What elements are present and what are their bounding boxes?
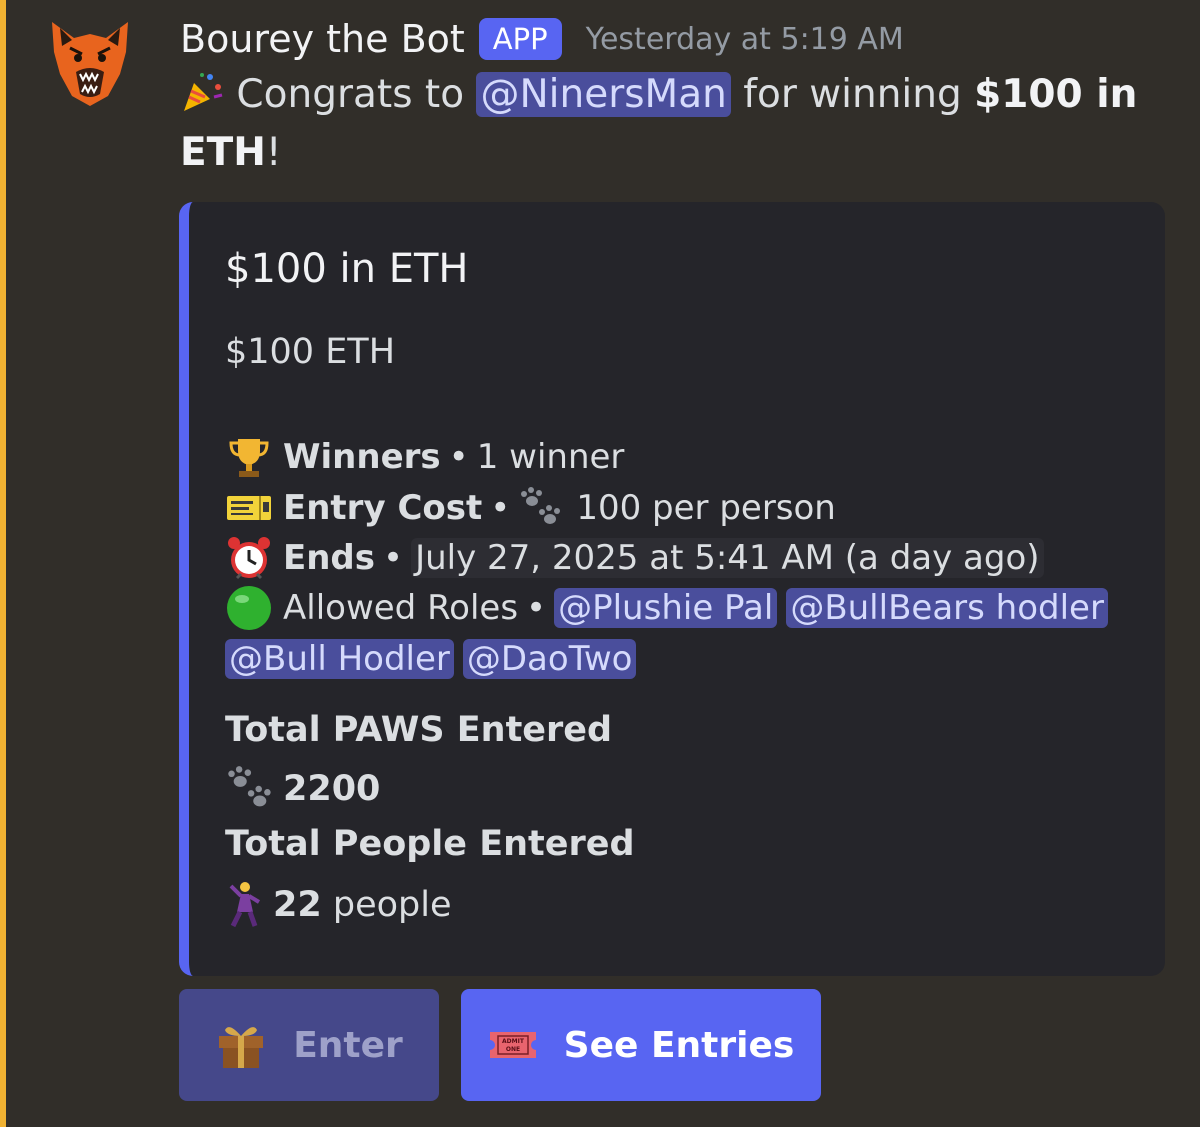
- green-circle-icon: [227, 586, 271, 630]
- entry-cost-label: Entry Cost: [283, 488, 483, 528]
- see-entries-button-label: See Entries: [563, 1024, 795, 1066]
- allowed-roles-row-continued: @Bull Hodler @DaoTwo: [225, 634, 645, 684]
- allowed-roles-row: Allowed Roles • @Plushie Pal @BullBears …: [225, 583, 1117, 633]
- gift-icon: [219, 1027, 264, 1068]
- role-mention[interactable]: @Bull Hodler: [225, 639, 454, 679]
- entry-cost-row: Entry Cost • 100 per person: [225, 483, 836, 533]
- dancing-person-icon: [229, 882, 261, 928]
- admit-one-ticket-icon: ADMIT ONE: [489, 1032, 536, 1058]
- author-name[interactable]: Bourey the Bot: [180, 17, 465, 61]
- message-header: Bourey the Bot APP Yesterday at 5:19 AM: [180, 12, 904, 66]
- entry-cost-value: 100 per person: [576, 488, 836, 528]
- paws-field-name: Total PAWS Entered: [225, 710, 613, 750]
- role-mention[interactable]: @Plushie Pal: [554, 588, 778, 628]
- winners-label: Winners: [283, 437, 441, 477]
- ends-timestamp[interactable]: July 27, 2025 at 5:41 AM (a day ago): [411, 538, 1044, 578]
- app-badge: APP: [478, 18, 562, 60]
- trophy-icon: [229, 439, 269, 477]
- svg-text:ONE: ONE: [506, 1046, 520, 1053]
- enter-button-label: Enter: [293, 1024, 403, 1066]
- separator-dot: •: [383, 538, 404, 578]
- separator-dot: •: [448, 437, 469, 477]
- ends-label: Ends: [283, 538, 376, 578]
- ends-value: July 27, 2025 at 5:41 AM: [415, 538, 834, 578]
- people-field-value: 22 people: [225, 880, 452, 930]
- alarm-clock-icon: [228, 537, 270, 580]
- paws-value: 2200: [283, 769, 381, 809]
- ends-row: Ends • July 27, 2025 at 5:41 AM (a day a…: [225, 533, 1044, 583]
- embed-description: $100 ETH: [225, 332, 396, 372]
- separator-dot: •: [490, 488, 511, 528]
- svg-text:ADMIT: ADMIT: [502, 1038, 525, 1045]
- embed-title: $100 in ETH: [225, 246, 469, 292]
- separator-dot: •: [526, 588, 547, 628]
- bear-head-icon[interactable]: [42, 14, 138, 110]
- enter-button[interactable]: Enter: [179, 989, 439, 1101]
- paw-prints-icon: [228, 766, 271, 807]
- winners-value: 1 winner: [476, 437, 625, 477]
- message-text-pre: Congrats to: [236, 72, 465, 117]
- role-mention[interactable]: @DaoTwo: [462, 639, 637, 679]
- paws-field-value: 2200: [225, 766, 380, 812]
- allowed-roles-label: Allowed Roles: [283, 588, 519, 628]
- role-mention[interactable]: @BullBears hodler: [786, 588, 1108, 628]
- mention-highlight-bar: [0, 0, 6, 1127]
- ticket-icon: [227, 496, 271, 520]
- message-text-end: !: [265, 130, 282, 175]
- see-entries-button[interactable]: ADMIT ONE See Entries: [461, 989, 821, 1101]
- winners-row: Winners • 1 winner: [225, 432, 624, 482]
- ends-relative: (a day ago): [844, 538, 1040, 578]
- people-count: 22: [273, 885, 322, 925]
- message-timestamp: Yesterday at 5:19 AM: [585, 21, 904, 57]
- message-content: Congrats to @NinersMan for winning $100 …: [180, 66, 1140, 182]
- people-field-name: Total People Entered: [225, 824, 635, 864]
- party-popper-icon: [184, 73, 223, 111]
- paw-prints-icon: [521, 487, 561, 524]
- people-unit: people: [332, 885, 452, 925]
- winner-mention[interactable]: @NinersMan: [476, 72, 731, 117]
- message-text-mid: for winning: [743, 72, 962, 117]
- giveaway-embed: $100 in ETH $100 ETH Winners • 1 winner …: [179, 202, 1165, 976]
